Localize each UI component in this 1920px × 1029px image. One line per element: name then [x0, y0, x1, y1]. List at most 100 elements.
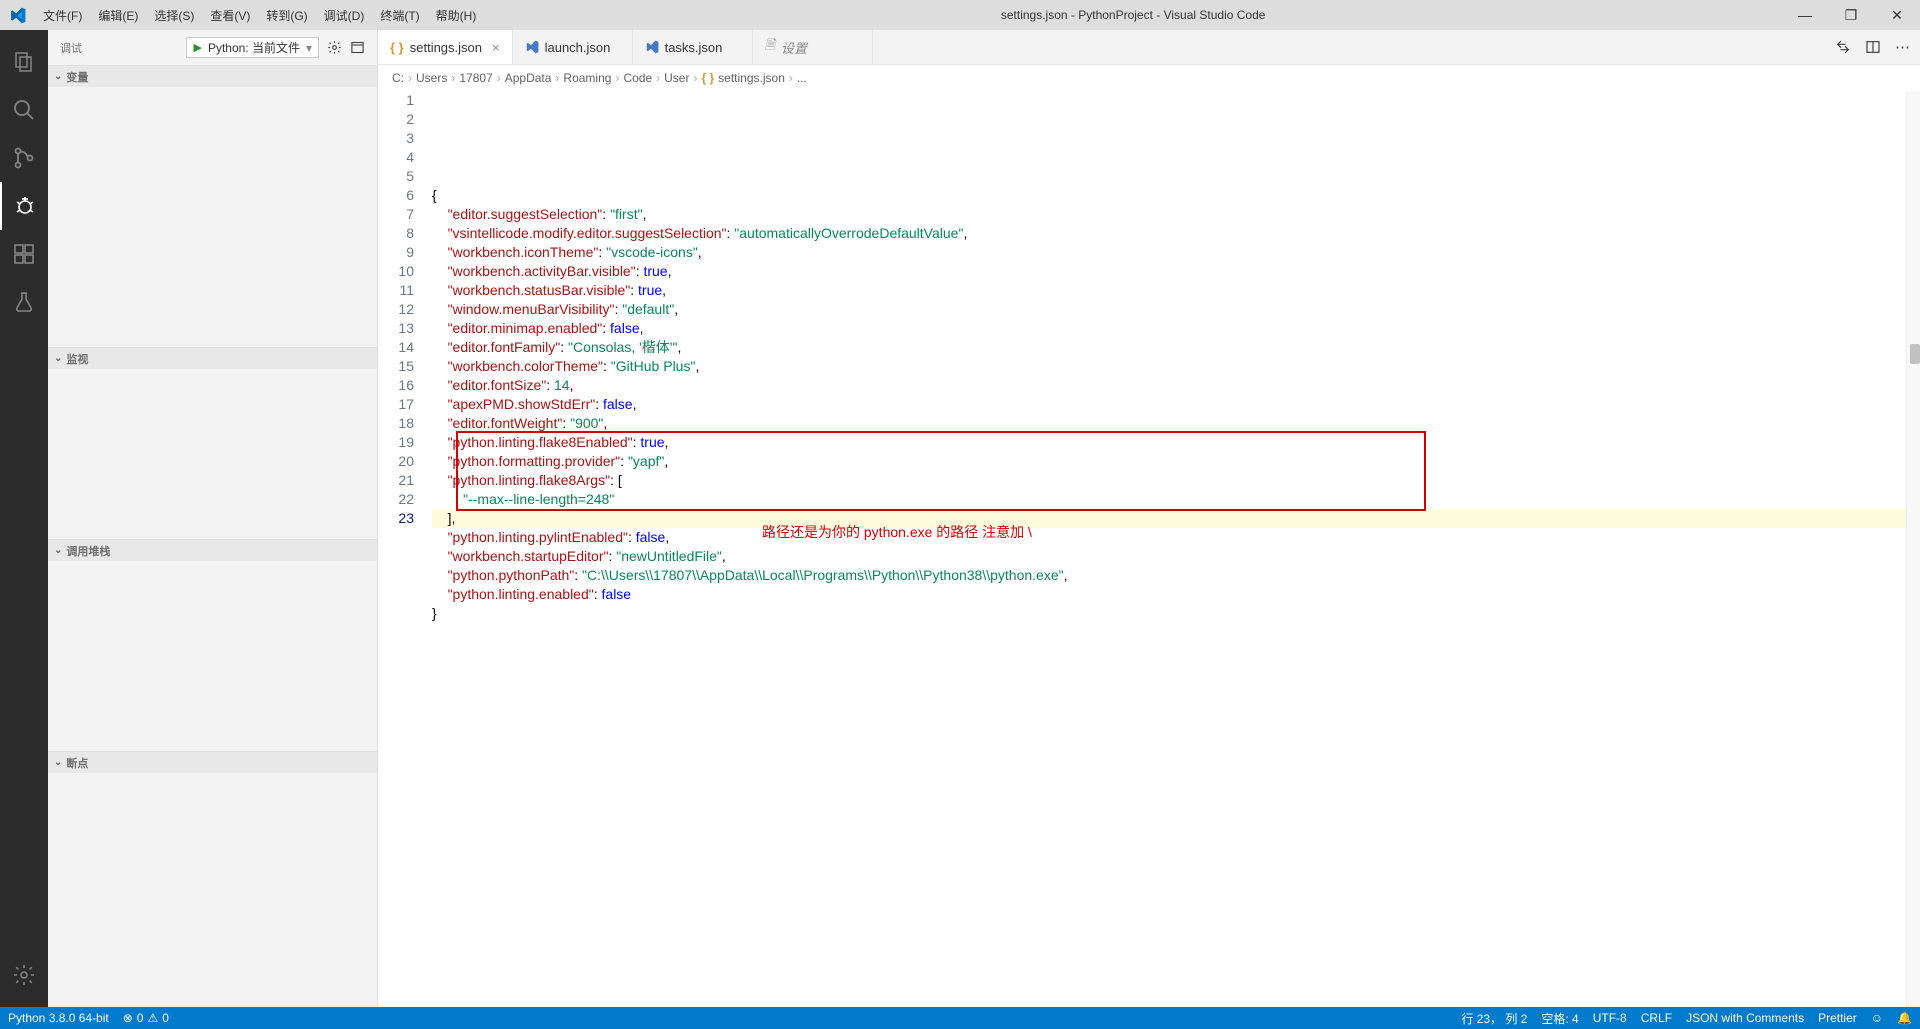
breadcrumb-item[interactable]: Code: [623, 71, 652, 85]
debug-sidebar: 调试 ▶ Python: 当前文件 ▾ ⌄ 变量 ⌄监视 ⌄调用堆栈 ⌄断点: [48, 30, 378, 1007]
line-number: 8: [378, 224, 414, 243]
sidebar-section-调用堆栈[interactable]: ⌄调用堆栈: [48, 539, 377, 561]
breadcrumb-item[interactable]: Users: [416, 71, 447, 85]
breadcrumb-separator: ›: [497, 71, 501, 85]
chevron-down-icon: ⌄: [54, 545, 62, 556]
sidebar-section-body: [48, 773, 377, 774]
breadcrumb-item[interactable]: AppData: [505, 71, 552, 85]
status-problems[interactable]: ⊗0 ⚠0: [123, 1011, 169, 1025]
line-number: 21: [378, 471, 414, 490]
close-tab-icon[interactable]: ×: [492, 40, 500, 55]
line-number: 16: [378, 376, 414, 395]
debug-config-dropdown[interactable]: ▶ Python: 当前文件 ▾: [186, 37, 319, 58]
line-number: 10: [378, 262, 414, 281]
tab-launch.json[interactable]: launch.json: [513, 30, 633, 64]
status-bell-icon[interactable]: 🔔: [1897, 1010, 1912, 1027]
breadcrumb-separator: ›: [789, 71, 793, 85]
extensions-icon[interactable]: [0, 230, 48, 278]
breadcrumb-item[interactable]: ...: [797, 71, 807, 85]
warning-icon: ⚠: [147, 1011, 158, 1025]
status-spaces[interactable]: 空格: 4: [1541, 1010, 1578, 1027]
tab-label: 设置: [781, 38, 807, 57]
line-number: 22: [378, 490, 414, 509]
chevron-down-icon: ⌄: [54, 757, 62, 768]
json-icon: { }: [390, 40, 404, 55]
breadcrumb-item[interactable]: C:: [392, 71, 404, 85]
scrollbar-thumb[interactable]: [1910, 344, 1920, 364]
tab-actions: ⋯: [1825, 30, 1920, 64]
more-actions-icon[interactable]: ⋯: [1895, 38, 1910, 56]
menu-item[interactable]: 调试(D): [316, 7, 373, 24]
breadcrumb-item[interactable]: User: [664, 71, 689, 85]
chevron-down-icon: ⌄: [54, 71, 62, 82]
debug-icon[interactable]: [0, 182, 48, 230]
breadcrumb-item[interactable]: 17807: [459, 71, 492, 85]
debug-console-icon[interactable]: [350, 40, 365, 55]
sidebar-section-变量[interactable]: ⌄ 变量: [48, 65, 377, 87]
tab-label: tasks.json: [665, 40, 723, 55]
status-feedback-icon[interactable]: ☺: [1871, 1010, 1883, 1027]
breadcrumb-separator: ›: [693, 71, 697, 85]
titlebar: 文件(F)编辑(E)选择(S)查看(V)转到(G)调试(D)终端(T)帮助(H)…: [0, 0, 1920, 30]
sidebar-header: 调试 ▶ Python: 当前文件 ▾: [48, 30, 377, 65]
split-editor-icon[interactable]: [1865, 39, 1881, 55]
sidebar-title: 调试: [60, 40, 186, 56]
tab-label: settings.json: [410, 40, 482, 55]
line-number: 9: [378, 243, 414, 262]
status-python-version[interactable]: Python 3.8.0 64-bit: [8, 1011, 109, 1025]
code-editor[interactable]: 1234567891011121314151617181920212223 路径…: [378, 91, 1920, 1007]
status-language[interactable]: JSON with Comments: [1686, 1010, 1804, 1027]
debug-settings-icon[interactable]: [327, 40, 342, 55]
breadcrumb-separator: ›: [555, 71, 559, 85]
settings-gear-icon[interactable]: [0, 951, 48, 999]
sidebar-section-断点[interactable]: ⌄断点: [48, 751, 377, 773]
status-encoding[interactable]: UTF-8: [1593, 1010, 1627, 1027]
breadcrumb-item[interactable]: Roaming: [563, 71, 611, 85]
tab-label: launch.json: [545, 40, 611, 55]
section-label: 变量: [66, 69, 88, 85]
editor-area: { } settings.json × launch.json tasks.json 🗎 设…: [378, 30, 1920, 1007]
menu-item[interactable]: 终端(T): [372, 7, 427, 24]
breadcrumb-separator: ›: [615, 71, 619, 85]
compare-changes-icon[interactable]: [1835, 39, 1851, 55]
menu-item[interactable]: 编辑(E): [90, 7, 146, 24]
menu-item[interactable]: 转到(G): [258, 7, 315, 24]
breadcrumb-item[interactable]: settings.json: [718, 71, 785, 85]
editor-tabs: { } settings.json × launch.json tasks.json 🗎 设…: [378, 30, 1920, 65]
status-formatter[interactable]: Prettier: [1818, 1010, 1857, 1027]
maximize-button[interactable]: ❐: [1828, 7, 1874, 24]
scrollbar[interactable]: [1906, 91, 1920, 1007]
breadcrumb[interactable]: C:›Users›17807›AppData›Roaming›Code›User…: [378, 65, 1920, 91]
vscode-logo-icon: [0, 7, 35, 24]
error-count: 0: [137, 1011, 144, 1025]
search-icon[interactable]: [0, 86, 48, 134]
tab-settings.json[interactable]: { } settings.json ×: [378, 30, 513, 64]
menu-item[interactable]: 查看(V): [202, 7, 258, 24]
close-button[interactable]: ✕: [1874, 7, 1920, 24]
menu-item[interactable]: 选择(S): [146, 7, 202, 24]
file-icon: 🗎: [765, 36, 775, 58]
line-gutter: 1234567891011121314151617181920212223: [378, 91, 432, 1007]
window-title: settings.json - PythonProject - Visual S…: [484, 8, 1782, 22]
annotation-text: 路径还是为你的 python.exe 的路径 注意加 \: [762, 523, 1032, 542]
minimize-button[interactable]: ―: [1782, 7, 1828, 24]
sidebar-section-监视[interactable]: ⌄监视: [48, 347, 377, 369]
menu-item[interactable]: 帮助(H): [428, 7, 485, 24]
menu-item[interactable]: 文件(F): [35, 7, 90, 24]
tab-设置[interactable]: 🗎 设置: [753, 30, 873, 64]
source-control-icon[interactable]: [0, 134, 48, 182]
code-content[interactable]: 路径还是为你的 python.exe 的路径 注意加 \ { "editor.s…: [432, 91, 1906, 1007]
line-number: 2: [378, 110, 414, 129]
vscode-file-icon: [645, 40, 659, 54]
line-number: 23: [378, 509, 414, 528]
explorer-icon[interactable]: [0, 38, 48, 86]
warning-count: 0: [162, 1011, 169, 1025]
status-line-col[interactable]: 行 23， 列 2: [1461, 1010, 1527, 1027]
breadcrumb-separator: ›: [408, 71, 412, 85]
json-icon: { }: [701, 71, 714, 85]
chevron-down-icon: ▾: [306, 41, 312, 55]
line-number: 7: [378, 205, 414, 224]
status-eol[interactable]: CRLF: [1641, 1010, 1672, 1027]
test-icon[interactable]: [0, 278, 48, 326]
tab-tasks.json[interactable]: tasks.json: [633, 30, 753, 64]
